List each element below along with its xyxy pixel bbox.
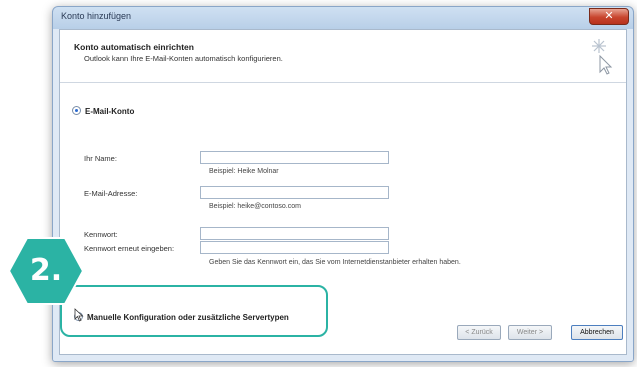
close-button[interactable]: ✕: [589, 8, 629, 25]
wand-sparkle-icon: [592, 39, 613, 75]
name-hint: Beispiel: Heike Molnar: [209, 168, 279, 175]
email-account-option[interactable]: E-Mail-Konto: [72, 106, 134, 116]
email-input[interactable]: [200, 186, 389, 199]
password-hint: Geben Sie das Kennwort ein, das Sie vom …: [209, 259, 461, 266]
email-label: E-Mail-Adresse:: [84, 189, 138, 198]
email-account-radio[interactable]: [72, 106, 81, 115]
header-subtitle: Outlook kann Ihre E-Mail-Konten automati…: [84, 54, 283, 63]
email-hint: Beispiel: heike@contoso.com: [209, 203, 301, 210]
header-title: Konto automatisch einrichten: [74, 42, 194, 52]
dialog-header: Konto automatisch einrichten Outlook kan…: [60, 30, 626, 83]
password-repeat-input[interactable]: [200, 241, 389, 254]
mouse-pointer-icon: [74, 308, 84, 322]
cancel-button[interactable]: Abbrechen: [571, 325, 623, 340]
password-repeat-label: Kennwort erneut eingeben:: [84, 244, 175, 253]
password-input[interactable]: [200, 227, 389, 240]
manual-config-highlight: [60, 285, 328, 337]
back-button[interactable]: < Zurück: [457, 325, 501, 340]
window-title: Konto hinzufügen: [61, 11, 132, 21]
title-bar: Konto hinzufügen ✕: [53, 7, 633, 29]
email-account-label: E-Mail-Konto: [85, 107, 135, 116]
password-label: Kennwort:: [84, 230, 118, 239]
next-button[interactable]: Weiter >: [508, 325, 552, 340]
step-number: 2.: [29, 253, 63, 288]
name-label: Ihr Name:: [84, 154, 117, 163]
name-input[interactable]: [200, 151, 389, 164]
